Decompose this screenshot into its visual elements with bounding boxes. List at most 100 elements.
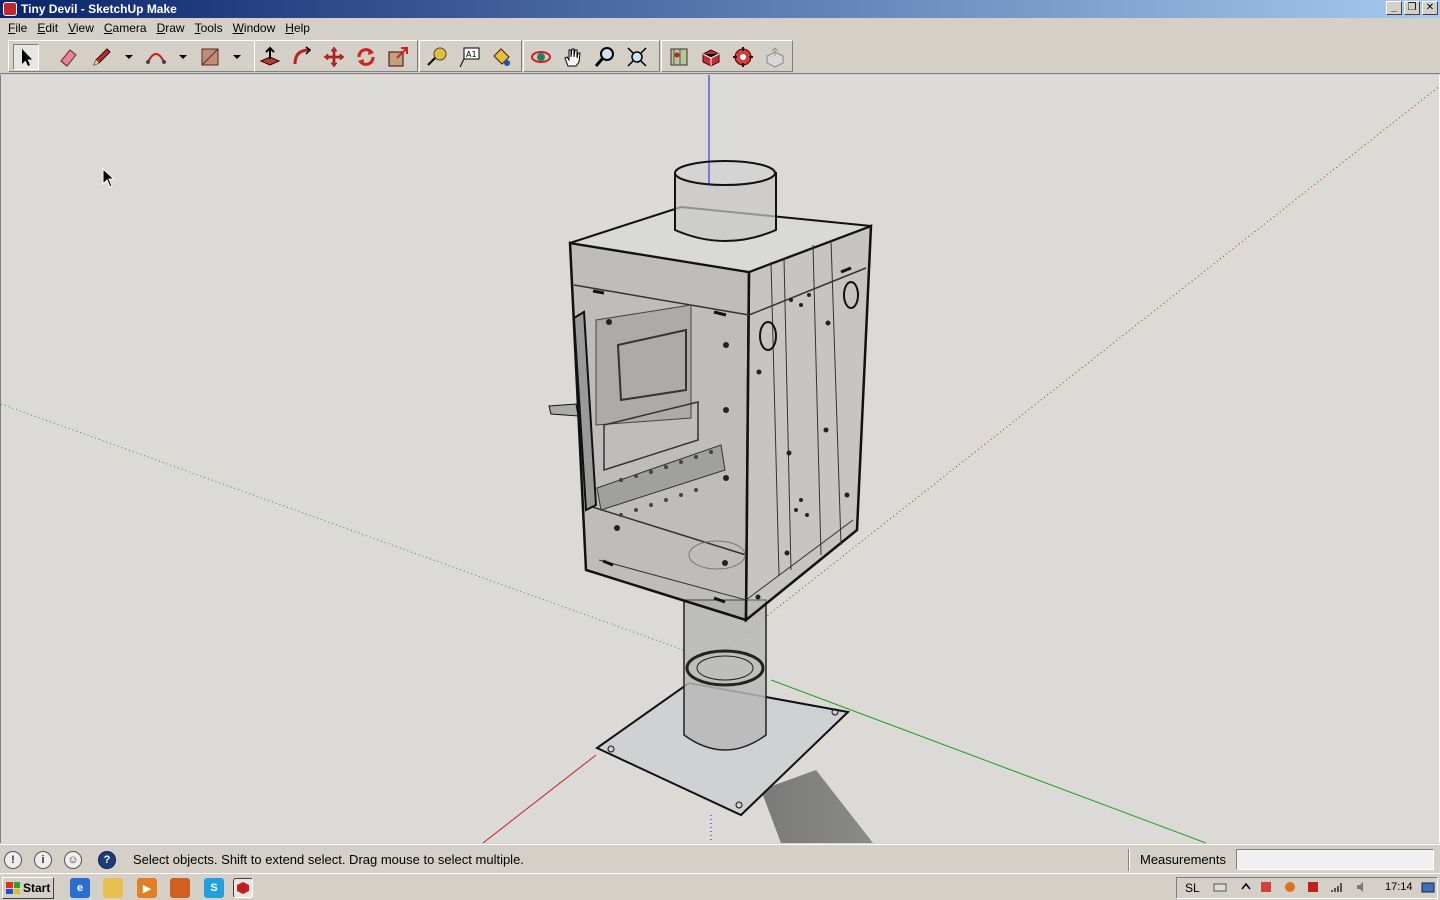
eraser-tool-button[interactable]: [55, 44, 81, 70]
menu-window[interactable]: Window: [228, 21, 281, 35]
internet-explorer-icon[interactable]: e: [70, 878, 90, 898]
drawing-toolgroup: [8, 40, 255, 72]
tape-measure-icon: [427, 47, 447, 66]
modify-toolgroup: [254, 40, 418, 72]
eraser-icon: [60, 49, 77, 67]
follow-me-icon: [293, 46, 312, 65]
menu-view[interactable]: View: [63, 21, 99, 35]
extension-warehouse-icon: [733, 47, 753, 67]
menu-tools[interactable]: Tools: [190, 21, 228, 35]
text-tool-button[interactable]: A1: [456, 44, 482, 70]
pencil-icon: [93, 48, 111, 66]
windows-logo-icon: [6, 882, 20, 894]
pencil-tool-button[interactable]: [89, 44, 115, 70]
box-right-face: [744, 224, 873, 623]
construction-toolgroup: A1: [419, 40, 522, 72]
zoom-extents-tool-button[interactable]: [624, 44, 650, 70]
sketchup-app-icon[interactable]: [3, 2, 17, 16]
update-tray-icon[interactable]: [1283, 880, 1297, 894]
top-pipe-opening: [674, 160, 776, 186]
show-hidden-icons-icon[interactable]: [1239, 880, 1253, 894]
rectangle-icon: [201, 48, 219, 66]
add-location-tool-button[interactable]: [666, 44, 692, 70]
orbit-tool-button[interactable]: [528, 44, 554, 70]
instructor-help-icon[interactable]: ?: [98, 851, 116, 869]
network-tray-icon[interactable]: [1330, 880, 1344, 894]
orbit-icon: [531, 51, 551, 63]
modeling-viewport[interactable]: [0, 75, 1440, 843]
measurements-divider: [1128, 849, 1130, 871]
menu-edit[interactable]: Edit: [32, 21, 63, 35]
firefox-icon[interactable]: [170, 878, 190, 898]
sketchup-taskbar-icon[interactable]: [233, 878, 253, 898]
window-title: Tiny Devil - SketchUp Make: [21, 2, 177, 16]
zoom-tool-button[interactable]: [592, 44, 618, 70]
start-button[interactable]: Start: [2, 877, 54, 899]
extension-warehouse-tool-button[interactable]: [730, 44, 756, 70]
measurements-label: Measurements: [1140, 852, 1226, 867]
rectangle-dropdown-icon[interactable]: [233, 53, 241, 61]
paint-bucket-tool-button[interactable]: [488, 44, 514, 70]
door-handle: [548, 403, 579, 417]
share-model-icon: [766, 47, 784, 68]
security-tray-icon[interactable]: [1259, 880, 1273, 894]
3d-warehouse-icon: [702, 49, 720, 67]
map-location-icon: [670, 48, 688, 66]
get-models-tool-button[interactable]: [698, 44, 724, 70]
menu-bar: File Edit View Camera Draw Tools Window …: [0, 18, 1440, 38]
push-pull-tool-button[interactable]: [257, 44, 283, 70]
push-pull-icon: [259, 46, 281, 66]
main-toolbar: A1: [0, 38, 1440, 74]
geolocation-status-icon[interactable]: !: [4, 851, 22, 869]
mouse-pointer-icon: [102, 168, 116, 188]
select-tool-button[interactable]: [13, 44, 39, 70]
volume-tray-icon[interactable]: [1355, 880, 1369, 894]
user-account-icon[interactable]: ☺: [64, 851, 82, 869]
move-tool-button[interactable]: [321, 44, 347, 70]
share-model-tool-button[interactable]: [762, 44, 788, 70]
credits-info-icon[interactable]: i: [34, 851, 52, 869]
warehouse-toolgroup: [661, 40, 793, 72]
restore-button[interactable]: ❐: [1404, 1, 1420, 15]
rotate-tool-button[interactable]: [353, 44, 379, 70]
scale-tool-button[interactable]: [385, 44, 411, 70]
scale-icon: [388, 47, 408, 67]
media-player-icon[interactable]: ▶: [137, 878, 157, 898]
measurements-input[interactable]: [1236, 849, 1434, 870]
skype-icon[interactable]: S: [204, 878, 224, 898]
menu-camera[interactable]: Camera: [99, 21, 152, 35]
clock[interactable]: 17:14: [1385, 881, 1413, 893]
rotate-icon: [357, 48, 375, 66]
antivirus-tray-icon[interactable]: [1306, 880, 1320, 894]
follow-me-tool-button[interactable]: [289, 44, 315, 70]
title-bar: Tiny Devil - SketchUp Make _ ❐ ✕: [0, 0, 1440, 18]
paint-bucket-icon: [493, 48, 510, 66]
minimize-button[interactable]: _: [1386, 1, 1402, 15]
pencil-dropdown-icon[interactable]: [125, 53, 133, 61]
tape-measure-tool-button[interactable]: [424, 44, 450, 70]
arc-tool-button[interactable]: [143, 44, 169, 70]
menu-draw[interactable]: Draw: [152, 21, 190, 35]
menu-file[interactable]: File: [3, 21, 32, 35]
svg-text:A1: A1: [466, 50, 477, 59]
zoom-magnifier-icon: [594, 47, 614, 67]
file-explorer-icon[interactable]: [103, 878, 123, 898]
keyboard-tray-icon[interactable]: [1213, 880, 1227, 894]
camera-toolgroup: [523, 40, 660, 72]
show-desktop-icon[interactable]: [1421, 880, 1435, 894]
pan-tool-button[interactable]: [560, 44, 586, 70]
menu-help[interactable]: Help: [280, 21, 315, 35]
arc-icon: [146, 53, 166, 64]
window-controls: _ ❐ ✕: [1386, 1, 1438, 15]
move-icon: [323, 46, 345, 68]
arc-dropdown-icon[interactable]: [179, 53, 187, 61]
text-label-icon: A1: [459, 47, 480, 68]
start-label: Start: [23, 881, 51, 895]
status-bar: ! i ☺ ? Select objects. Shift to extend …: [0, 844, 1440, 873]
zoom-extents-icon: [627, 47, 647, 67]
red-axis-negative: [482, 754, 597, 843]
windows-taskbar: Start e ▶ S SL 17:14: [0, 873, 1440, 900]
lower-pipe: [683, 599, 767, 751]
close-button[interactable]: ✕: [1422, 1, 1438, 15]
rectangle-tool-button[interactable]: [197, 44, 223, 70]
